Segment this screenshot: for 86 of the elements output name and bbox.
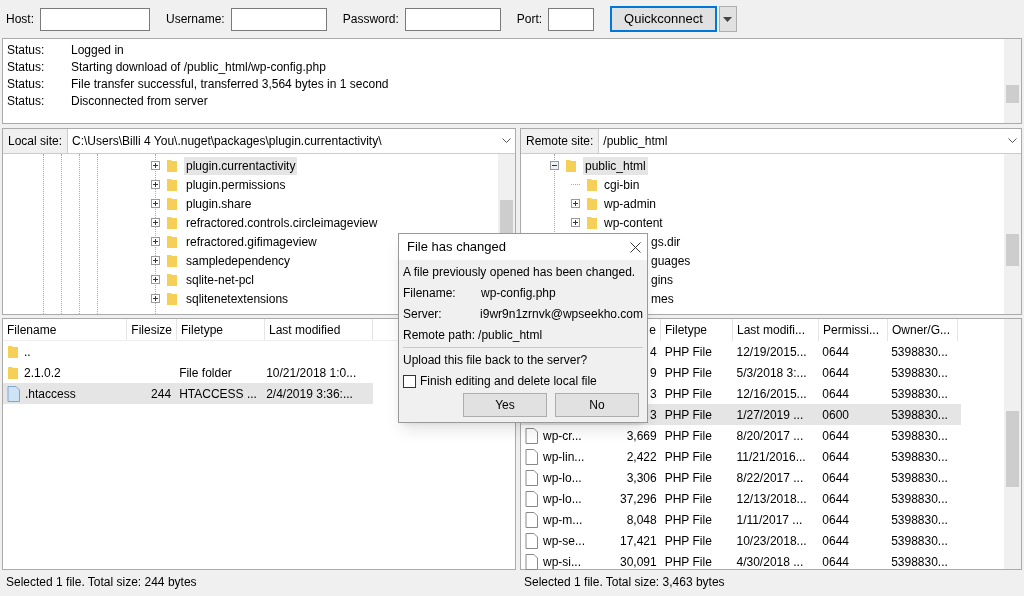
table-cell-text: 11/21/2016...	[735, 448, 807, 466]
status-text: Selected 1 file. Total size: 3,463 bytes	[523, 574, 726, 591]
field-label: Username:	[166, 11, 225, 28]
table-cell-text: 8,048	[625, 511, 658, 529]
log-message: File transfer successful, transferred 3,564 bytes in 1 second	[71, 75, 389, 93]
table-cell-text: 244	[150, 385, 173, 403]
table-cell-text: 0644	[821, 511, 850, 529]
table-cell-text: 3,669	[625, 427, 658, 445]
table-cell-text: PHP File	[663, 490, 713, 508]
field-label: Host:	[6, 11, 34, 28]
dialog-message: A file previously opened has been changed.	[403, 264, 637, 281]
detail-value: /public_html	[478, 327, 543, 344]
table-cell-text: 5398830...	[890, 511, 949, 529]
table-cell-text: 8/20/2017 ...	[735, 427, 805, 445]
table-cell-text: 12/16/2015...	[735, 385, 808, 403]
table-cell-text: PHP File	[663, 553, 713, 571]
table-cell-text: PHP File	[663, 448, 713, 466]
table-cell-text: PHP File	[663, 427, 713, 445]
table-cell-text: 3,306	[625, 469, 658, 487]
table-cell-text: PHP File	[663, 406, 713, 424]
table-cell-text: PHP File	[663, 385, 713, 403]
detail-label: Remote path:	[403, 327, 477, 344]
log-label: Status:	[7, 58, 46, 76]
table-cell-text: 37,296	[619, 490, 658, 508]
table-cell-text: 5398830...	[890, 553, 949, 571]
table-cell-text: 5398830...	[890, 469, 949, 487]
log-label: Status:	[7, 92, 46, 110]
table-cell-text: 12/13/2018...	[735, 490, 808, 508]
table-cell-text: 12/19/2015...	[735, 343, 808, 361]
table-cell-text: 0644	[821, 448, 850, 466]
table-cell-text: 0644	[821, 364, 850, 382]
field-label: Password:	[342, 11, 399, 28]
dialog-title: File has changed	[407, 238, 506, 257]
table-cell-text: 1/11/2017 ...	[735, 511, 804, 529]
table-cell-text: 3	[649, 406, 658, 424]
table-cell-text: 0644	[821, 343, 850, 361]
table-cell-text: 2/4/2019 3:36:...	[265, 385, 354, 403]
table-cell-text: 5/3/2018 3:...	[735, 364, 808, 382]
log-message: Starting download of /public_html/wp-config.php	[71, 58, 326, 76]
table-cell-text: 8/22/2017 ...	[735, 469, 805, 487]
table-cell-text: PHP File	[663, 532, 713, 550]
table-cell-text: 5398830...	[890, 490, 949, 508]
table-cell-text: 0644	[821, 385, 850, 403]
table-cell-text: 0644	[821, 469, 850, 487]
table-cell-text: 2,422	[625, 448, 658, 466]
table-cell-text: 10/23/2018...	[735, 532, 808, 550]
log-label: Status:	[7, 75, 46, 93]
table-cell-text: 9	[649, 364, 658, 382]
table-cell-text: PHP File	[663, 469, 713, 487]
table-cell-text: 0644	[821, 490, 850, 508]
detail-value: wp-config.php	[481, 285, 556, 302]
checkbox-label: Finish editing and delete local file	[420, 373, 597, 390]
log-message: Logged in	[71, 41, 124, 59]
table-cell-text: 0644	[821, 427, 850, 445]
dialog-question: Upload this file back to the server?	[403, 352, 589, 369]
table-cell-text: 0600	[821, 406, 850, 424]
table-cell-text: 5398830...	[890, 448, 949, 466]
table-cell-text: PHP File	[663, 343, 713, 361]
table-cell-text: PHP File	[663, 511, 713, 529]
table-cell-text: 5398830...	[890, 532, 949, 550]
table-cell-text: 5398830...	[890, 385, 949, 403]
table-cell-text: HTACCESS ...	[178, 385, 258, 403]
detail-label: Filename:	[403, 285, 457, 302]
table-cell-text: 0644	[821, 553, 850, 571]
log-message: Disconnected from server	[71, 92, 208, 110]
table-cell-text: 1/27/2019 ...	[735, 406, 805, 424]
path-text: C:\Users\Billi 4 You\.nuget\packages\plugin.currentactivity\	[72, 133, 382, 150]
table-cell-text: PHP File	[663, 364, 713, 382]
table-cell-text: 10/21/2018 1:0...	[265, 364, 358, 382]
status-text: Selected 1 file. Total size: 244 bytes	[5, 574, 198, 591]
table-cell-text: 30,091	[619, 553, 658, 571]
table-cell-text: 0644	[821, 532, 850, 550]
path-text: /public_html	[603, 133, 668, 150]
table-cell-text: 5398830...	[890, 343, 949, 361]
table-cell-text: 5398830...	[890, 364, 949, 382]
field-label: Port:	[516, 11, 543, 28]
table-cell-text: File folder	[178, 364, 233, 382]
detail-value: i9wr9n1zrnvk@wpseekho.com	[480, 306, 643, 323]
log-label: Status:	[7, 41, 46, 59]
table-cell-text: 4	[649, 343, 658, 361]
detail-label: Server:	[403, 306, 443, 323]
table-cell-text: 3	[649, 385, 658, 403]
table-cell-text: 17,421	[619, 532, 658, 550]
table-cell-text: 5398830...	[890, 427, 949, 445]
table-cell-text: 5398830...	[890, 406, 949, 424]
table-cell-text: 4/30/2018 ...	[735, 553, 805, 571]
